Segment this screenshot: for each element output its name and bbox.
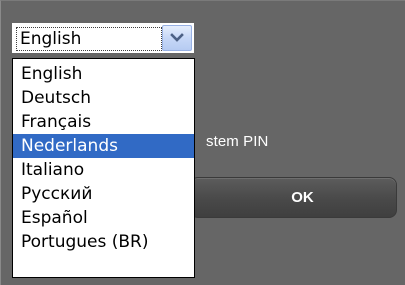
language-option-espanol[interactable]: Español: [13, 206, 194, 230]
pin-label: stem PIN: [206, 133, 269, 150]
language-option-portugues-br[interactable]: Portugues (BR): [13, 230, 194, 254]
ok-button-label: OK: [291, 189, 314, 206]
language-option-italiano[interactable]: Italiano: [13, 158, 194, 182]
language-option-francais[interactable]: Français: [13, 110, 194, 134]
chevron-down-icon: [170, 33, 184, 42]
language-select-dropdown-button[interactable]: [162, 25, 192, 51]
language-option-russian[interactable]: Русский: [13, 182, 194, 206]
language-select-value: English: [20, 29, 82, 49]
language-select-focus-box: English: [16, 27, 162, 51]
ok-button[interactable]: OK: [190, 177, 397, 218]
language-option-deutsch[interactable]: Deutsch: [13, 86, 194, 110]
language-option-english[interactable]: English: [13, 62, 194, 86]
language-option-nederlands[interactable]: Nederlands: [13, 134, 194, 158]
language-dropdown-list: English Deutsch Français Nederlands Ital…: [12, 58, 195, 278]
language-select[interactable]: English: [12, 23, 194, 53]
